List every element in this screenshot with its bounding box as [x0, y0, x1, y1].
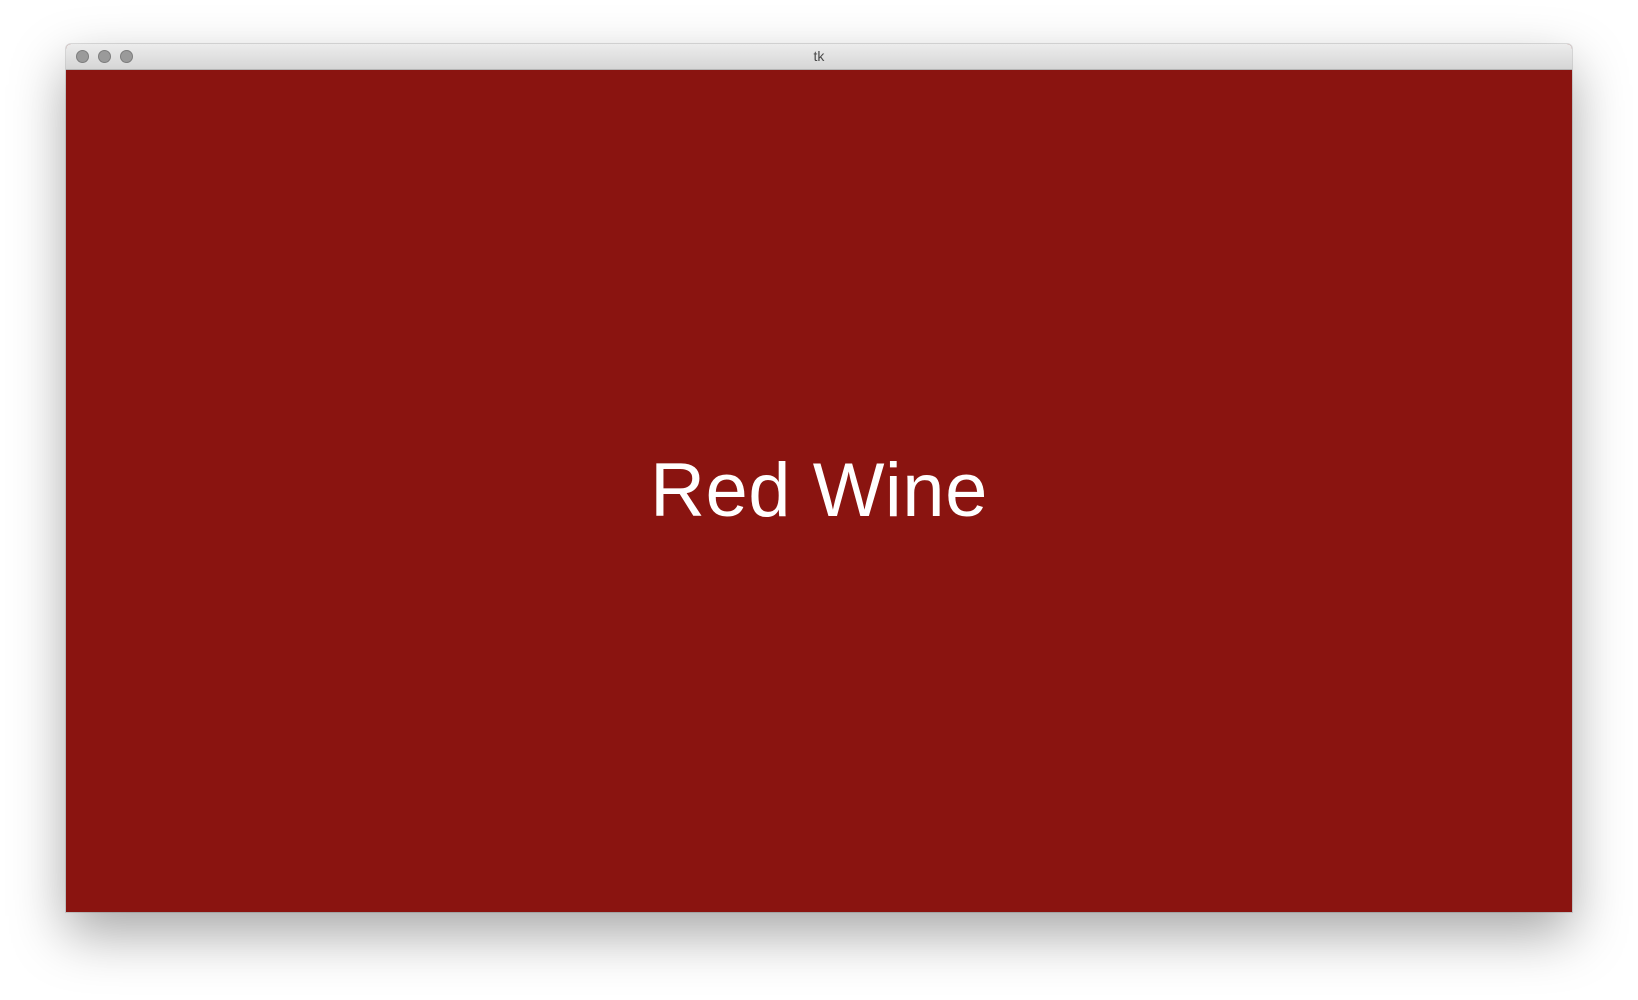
content-area: Red Wine: [66, 70, 1572, 912]
color-label: Red Wine: [650, 448, 988, 533]
window-title: tk: [813, 48, 825, 64]
app-window: tk Red Wine: [66, 44, 1572, 912]
title-bar[interactable]: tk: [66, 44, 1572, 70]
